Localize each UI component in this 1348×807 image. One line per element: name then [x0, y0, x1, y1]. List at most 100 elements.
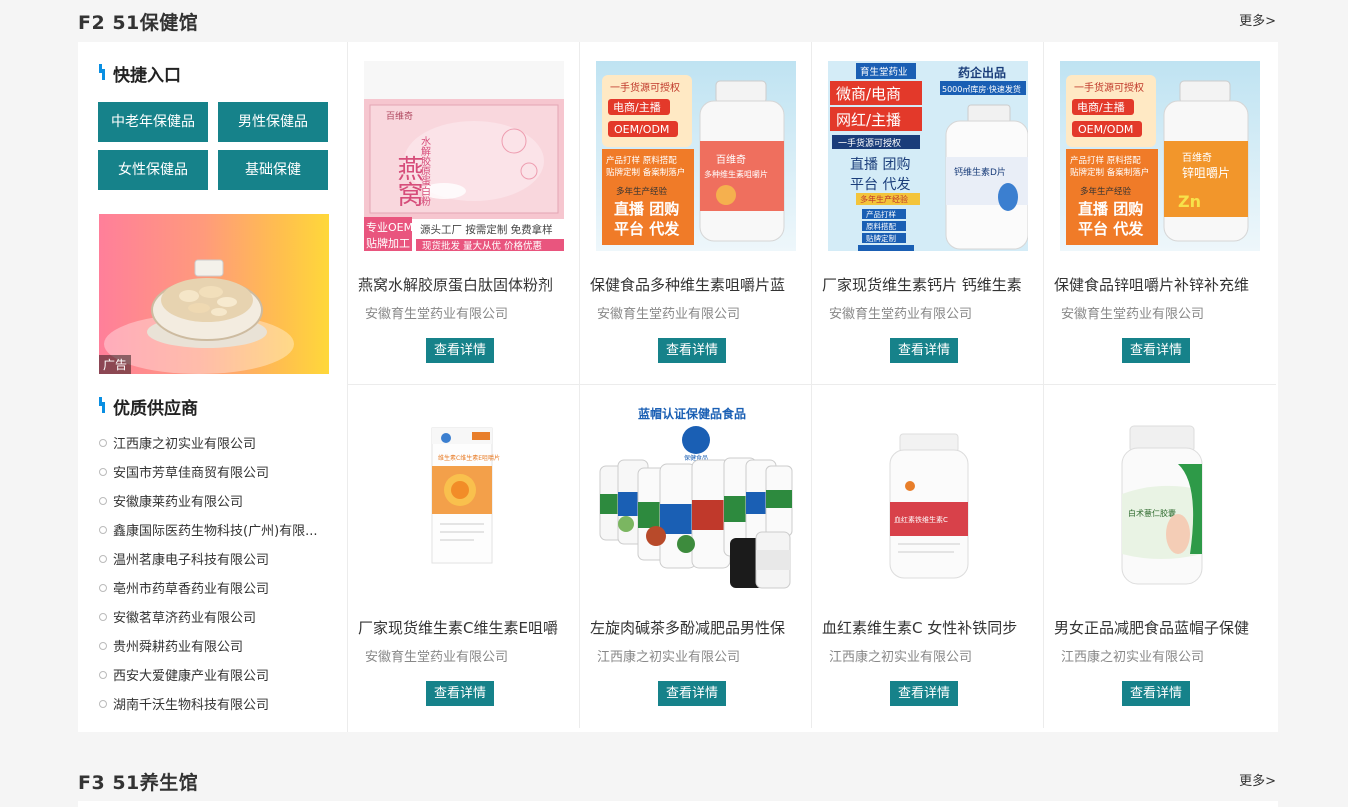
bullet-icon: [99, 468, 107, 476]
bullet-icon: [99, 555, 107, 563]
quick-button-middle-aged[interactable]: 中老年保健品: [98, 102, 208, 142]
svg-text:多年生产经验: 多年生产经验: [1080, 186, 1132, 197]
floor-title: F3 51养生馆: [78, 772, 199, 794]
svg-text:一手货源可授权: 一手货源可授权: [610, 81, 680, 94]
svg-text:原料搭配: 原料搭配: [866, 221, 896, 231]
supplier-item[interactable]: 安徽茗草济药业有限公司: [99, 607, 334, 626]
supplier-item[interactable]: 安国市芳草佳商贸有限公司: [99, 462, 334, 481]
bullet-icon: [99, 526, 107, 534]
supplier-item[interactable]: 江西康之初实业有限公司: [99, 433, 334, 452]
product-image[interactable]: 血红素铁维生素C: [828, 404, 1028, 594]
svg-text:源头工厂 按需定制 免费拿样: 源头工厂 按需定制 免费拿样: [420, 223, 553, 236]
product-image[interactable]: 一手货源可授权 电商/主播 OEM/ODM 产品打样 原料搭配 贴牌定制 备案制…: [1060, 61, 1260, 251]
floor-header-f2: F2 51保健馆 更多>: [78, 2, 1278, 38]
product-company: 江西康之初实业有限公司: [597, 650, 741, 665]
product-name[interactable]: 男女正品减肥食品蓝帽子保健: [1054, 617, 1268, 638]
svg-text:多年生产经验: 多年生产经验: [860, 194, 908, 204]
svg-text:直播 团购: 直播 团购: [614, 200, 679, 218]
product-card: 育生堂药业 药企出品 5000㎡库房·快速发货 微商/电商 网红/主播 一手货源…: [812, 42, 1044, 385]
view-details-button[interactable]: 查看详情: [426, 681, 494, 706]
supplier-item[interactable]: 温州茗康电子科技有限公司: [99, 549, 334, 568]
product-company: 安徽育生堂药业有限公司: [597, 307, 741, 322]
product-name[interactable]: 燕窝水解胶原蛋白肽固体粉剂: [358, 274, 572, 295]
svg-text:产品打样 原料搭配: 产品打样 原料搭配: [1070, 155, 1141, 166]
svg-text:直播 团购: 直播 团购: [850, 156, 910, 173]
floor-header-f3: F3 51养生馆 更多>: [78, 762, 1278, 798]
product-image-art: 百维奇 燕窝 水解胶原蛋白粉 专业OEM 贴牌加工 源头工厂 按需定制 免费拿样…: [364, 61, 564, 251]
svg-text:OEM/ODM: OEM/ODM: [614, 123, 669, 136]
more-link[interactable]: 更多>: [1239, 770, 1276, 789]
svg-text:Zn: Zn: [1178, 192, 1201, 211]
view-details-button[interactable]: 查看详情: [1122, 338, 1190, 363]
svg-text:白术薏仁胶囊: 白术薏仁胶囊: [1128, 508, 1176, 518]
supplier-item[interactable]: 西安大爱健康产业有限公司: [99, 665, 334, 684]
view-details-button[interactable]: 查看详情: [890, 338, 958, 363]
product-card: 一手货源可授权 电商/主播 OEM/ODM 产品打样 原料搭配 贴牌定制 备案制…: [580, 42, 812, 385]
product-company: 安徽育生堂药业有限公司: [365, 307, 509, 322]
bullet-icon: [99, 613, 107, 621]
svg-text:贴牌定制 备案制落户: 贴牌定制 备案制落户: [606, 167, 685, 178]
product-image[interactable]: 育生堂药业 药企出品 5000㎡库房·快速发货 微商/电商 网红/主播 一手货源…: [828, 61, 1028, 251]
supplier-item[interactable]: 湖南千沃生物科技有限公司: [99, 694, 334, 713]
product-image[interactable]: 白术薏仁胶囊: [1060, 404, 1260, 594]
svg-text:平台 代发: 平台 代发: [1078, 220, 1144, 238]
title-bar-icon: [99, 64, 106, 80]
view-details-button[interactable]: 查看详情: [426, 338, 494, 363]
bullet-icon: [99, 700, 107, 708]
svg-text:百维奇: 百维奇: [386, 110, 413, 122]
product-company: 安徽育生堂药业有限公司: [1061, 307, 1205, 322]
svg-text:蓝帽认证保健品食品: 蓝帽认证保健品食品: [638, 406, 746, 421]
ad-banner[interactable]: 广告: [99, 214, 329, 374]
product-name[interactable]: 保健食品多种维生素咀嚼片蓝: [590, 274, 804, 295]
view-details-button[interactable]: 查看详情: [890, 681, 958, 706]
product-name[interactable]: 左旋肉碱茶多酚减肥品男性保: [590, 617, 804, 638]
svg-text:产品打样: 产品打样: [866, 209, 896, 219]
ad-image: [104, 259, 294, 374]
product-name[interactable]: 厂家现货维生素C维生素E咀嚼: [358, 617, 572, 638]
svg-text:OEM/ODM: OEM/ODM: [1078, 123, 1133, 136]
view-details-button[interactable]: 查看详情: [1122, 681, 1190, 706]
svg-text:维生素C维生素E咀嚼片: 维生素C维生素E咀嚼片: [438, 454, 500, 462]
product-name[interactable]: 血红素维生素C 女性补铁同步: [822, 617, 1036, 638]
svg-text:锌咀嚼片: 锌咀嚼片: [1182, 166, 1230, 180]
product-image[interactable]: 维生素C维生素E咀嚼片: [364, 404, 564, 594]
quick-button-male[interactable]: 男性保健品: [218, 102, 328, 142]
product-image-art: 白术薏仁胶囊: [1060, 404, 1260, 594]
svg-text:贴牌定制: 贴牌定制: [866, 233, 896, 243]
product-card: 百维奇 燕窝 水解胶原蛋白粉 专业OEM 贴牌加工 源头工厂 按需定制 免费拿样…: [348, 42, 580, 385]
suppliers-title: 优质供应商: [99, 394, 198, 419]
product-image[interactable]: 一手货源可授权 电商/主播 OEM/ODM 产品打样 原料搭配 贴牌定制 备案制…: [596, 61, 796, 251]
supplier-item[interactable]: 亳州市药草香药业有限公司: [99, 578, 334, 597]
view-details-button[interactable]: 查看详情: [658, 338, 726, 363]
product-company: 江西康之初实业有限公司: [829, 650, 973, 665]
product-image[interactable]: 百维奇 燕窝 水解胶原蛋白粉 专业OEM 贴牌加工 源头工厂 按需定制 免费拿样…: [364, 61, 564, 251]
product-company: 江西康之初实业有限公司: [1061, 650, 1205, 665]
product-image-art: 育生堂药业 药企出品 5000㎡库房·快速发货 微商/电商 网红/主播 一手货源…: [828, 61, 1028, 251]
product-card: 一手货源可授权 电商/主播 OEM/ODM 产品打样 原料搭配 贴牌定制 备案制…: [1044, 42, 1276, 385]
quick-entry-title: 快捷入口: [99, 61, 181, 86]
product-card: 白术薏仁胶囊 男女正品减肥食品蓝帽子保健 江西康之初实业有限公司 查看详情: [1044, 385, 1276, 728]
bullet-icon: [99, 584, 107, 592]
svg-text:育生堂药业: 育生堂药业: [860, 66, 908, 78]
product-image-art: 蓝帽认证保健品食品 保健食品: [596, 404, 796, 594]
supplier-item[interactable]: 鑫康国际医药生物科技(广州)有限...: [99, 520, 334, 539]
quick-button-basic[interactable]: 基础保健: [218, 150, 328, 190]
product-name[interactable]: 保健食品锌咀嚼片补锌补充维: [1054, 274, 1268, 295]
product-image[interactable]: 蓝帽认证保健品食品 保健食品: [596, 404, 796, 594]
product-image-art: 维生素C维生素E咀嚼片: [364, 404, 564, 594]
svg-text:平台 代发: 平台 代发: [850, 177, 910, 193]
product-card: 维生素C维生素E咀嚼片 厂家现货维生素C维生素E咀嚼 安徽育生堂药业有限公司 查…: [348, 385, 580, 728]
title-bar-icon: [99, 397, 106, 413]
supplier-item[interactable]: 贵州舜耕药业有限公司: [99, 636, 334, 655]
svg-text:贴牌定制 备案制落户: 贴牌定制 备案制落户: [1070, 167, 1149, 178]
product-image-art: 血红素铁维生素C: [828, 404, 1028, 594]
quick-button-female[interactable]: 女性保健品: [98, 150, 208, 190]
svg-text:平台 代发: 平台 代发: [614, 220, 680, 238]
product-name[interactable]: 厂家现货维生素钙片 钙维生素: [822, 274, 1036, 295]
product-image-art: 一手货源可授权 电商/主播 OEM/ODM 产品打样 原料搭配 贴牌定制 备案制…: [596, 61, 796, 251]
view-details-button[interactable]: 查看详情: [658, 681, 726, 706]
supplier-item[interactable]: 安徽康莱药业有限公司: [99, 491, 334, 510]
svg-text:水解胶原蛋白粉: 水解胶原蛋白粉: [419, 136, 431, 207]
svg-text:电商/主播: 电商/主播: [1077, 100, 1125, 114]
more-link[interactable]: 更多>: [1239, 10, 1276, 29]
